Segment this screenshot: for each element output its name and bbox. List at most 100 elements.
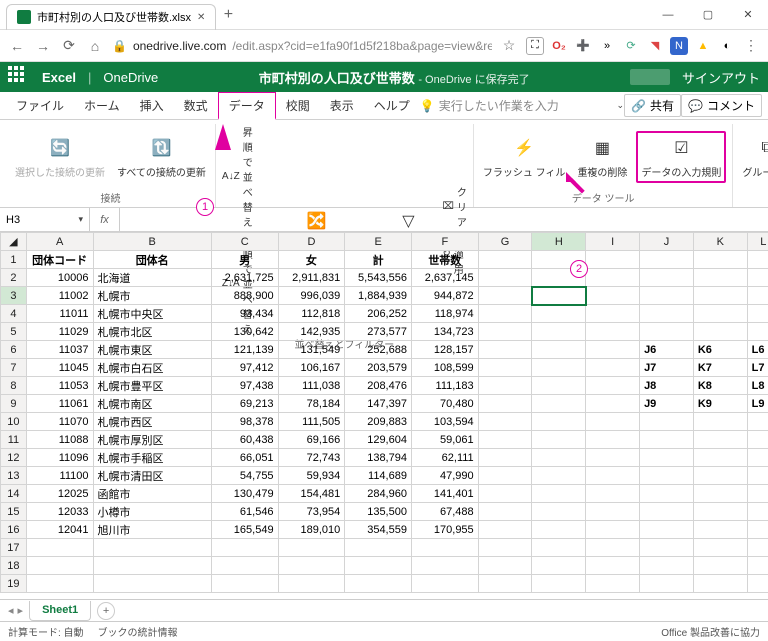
cell[interactable] — [747, 575, 768, 593]
cell[interactable] — [586, 359, 640, 377]
cell[interactable]: 130,642 — [211, 323, 278, 341]
cell[interactable] — [532, 485, 586, 503]
cell[interactable] — [640, 431, 694, 449]
row-header[interactable]: 17 — [1, 539, 27, 557]
row-header[interactable]: 11 — [1, 431, 27, 449]
cell[interactable]: J9 — [640, 395, 694, 413]
cell[interactable]: 札幌市北区 — [93, 323, 211, 341]
cell[interactable] — [478, 251, 532, 269]
ext-icon-3[interactable]: ➕ — [574, 37, 592, 55]
cell[interactable]: 203,579 — [345, 359, 412, 377]
tab-data[interactable]: データ — [218, 92, 276, 120]
cell[interactable] — [586, 269, 640, 287]
cell[interactable]: 284,960 — [345, 485, 412, 503]
cell[interactable]: 北海道 — [93, 269, 211, 287]
cell[interactable] — [478, 413, 532, 431]
cell[interactable] — [278, 557, 345, 575]
cell[interactable]: 函館市 — [93, 485, 211, 503]
name-box[interactable]: H3 ▾ — [0, 208, 90, 231]
cell[interactable]: 93,434 — [211, 305, 278, 323]
cell[interactable] — [211, 539, 278, 557]
row-header[interactable]: 10 — [1, 413, 27, 431]
cell[interactable]: 147,397 — [345, 395, 412, 413]
row-header[interactable]: 12 — [1, 449, 27, 467]
ribbon-collapse-icon[interactable]: ⌄ — [617, 100, 625, 111]
ext-icon-5[interactable]: ⟳ — [622, 37, 640, 55]
cell[interactable] — [532, 305, 586, 323]
cell[interactable]: K6 — [693, 341, 747, 359]
cell[interactable] — [640, 521, 694, 539]
cell[interactable] — [345, 575, 412, 593]
cell[interactable] — [411, 557, 478, 575]
cell[interactable] — [345, 557, 412, 575]
row-header[interactable]: 8 — [1, 377, 27, 395]
cell[interactable] — [93, 557, 211, 575]
cell[interactable] — [747, 323, 768, 341]
cell[interactable]: 130,479 — [211, 485, 278, 503]
cell[interactable]: 札幌市清田区 — [93, 467, 211, 485]
cell[interactable]: 10006 — [26, 269, 93, 287]
cell[interactable] — [586, 557, 640, 575]
cell[interactable] — [532, 341, 586, 359]
cell[interactable] — [532, 557, 586, 575]
cell[interactable]: 61,546 — [211, 503, 278, 521]
cell[interactable]: L8 — [747, 377, 768, 395]
cell[interactable] — [586, 377, 640, 395]
browser-tab[interactable]: 市町村別の人口及び世帯数.xlsx ✕ — [6, 4, 216, 30]
cell[interactable]: 141,401 — [411, 485, 478, 503]
refresh-all-button[interactable]: 🔃 すべての接続の更新 — [114, 133, 209, 181]
cell[interactable] — [693, 467, 747, 485]
cell[interactable] — [747, 251, 768, 269]
row-header[interactable]: 2 — [1, 269, 27, 287]
col-header[interactable]: I — [586, 233, 640, 251]
cell[interactable]: 男 — [211, 251, 278, 269]
cell[interactable]: 138,794 — [345, 449, 412, 467]
cell[interactable]: 5,543,556 — [345, 269, 412, 287]
cell[interactable] — [640, 305, 694, 323]
row-header[interactable]: 15 — [1, 503, 27, 521]
cell[interactable] — [586, 323, 640, 341]
window-maximize[interactable]: ▢ — [688, 0, 728, 30]
cell[interactable]: 114,689 — [345, 467, 412, 485]
group-button[interactable]: ⧉ グループ化 — [739, 133, 768, 181]
spreadsheet-grid[interactable]: 2 ◢ A B C D E F G H I J K L 1団体コード — [0, 232, 768, 599]
tab-home[interactable]: ホーム — [74, 92, 130, 120]
cell[interactable]: 273,577 — [345, 323, 412, 341]
col-header[interactable]: G — [478, 233, 532, 251]
col-header[interactable]: E — [345, 233, 412, 251]
ext-icon-7[interactable]: N — [670, 37, 688, 55]
cell[interactable] — [532, 323, 586, 341]
cell[interactable] — [640, 323, 694, 341]
cell[interactable]: 70,480 — [411, 395, 478, 413]
ext-icon-1[interactable]: ⛶ — [526, 37, 544, 55]
cell[interactable] — [478, 521, 532, 539]
namebox-dropdown-icon[interactable]: ▾ — [78, 214, 83, 225]
cell[interactable]: 129,604 — [345, 431, 412, 449]
cell[interactable] — [747, 467, 768, 485]
cell[interactable] — [640, 575, 694, 593]
cell[interactable]: 1,884,939 — [345, 287, 412, 305]
cell[interactable] — [586, 431, 640, 449]
cell[interactable] — [532, 287, 586, 305]
signout-link[interactable]: サインアウト — [682, 68, 760, 87]
cell[interactable] — [586, 449, 640, 467]
col-header[interactable]: H — [532, 233, 586, 251]
tab-help[interactable]: ヘルプ — [364, 92, 420, 120]
cell[interactable]: 354,559 — [345, 521, 412, 539]
cell[interactable] — [693, 323, 747, 341]
cell[interactable]: K8 — [693, 377, 747, 395]
cell[interactable]: 134,723 — [411, 323, 478, 341]
cell[interactable]: 11037 — [26, 341, 93, 359]
cell[interactable] — [532, 431, 586, 449]
cell[interactable]: 97,438 — [211, 377, 278, 395]
feedback-link[interactable]: Office 製品改善に協力 — [661, 624, 760, 639]
cell[interactable] — [586, 575, 640, 593]
col-header[interactable]: A — [26, 233, 93, 251]
tab-formulas[interactable]: 数式 — [174, 92, 218, 120]
sheet-nav-next-icon[interactable]: ▸ — [18, 604, 24, 617]
cell[interactable] — [693, 305, 747, 323]
cell[interactable]: 98,378 — [211, 413, 278, 431]
cell[interactable] — [93, 539, 211, 557]
cell[interactable]: 11088 — [26, 431, 93, 449]
onedrive-label[interactable]: OneDrive — [103, 70, 158, 85]
